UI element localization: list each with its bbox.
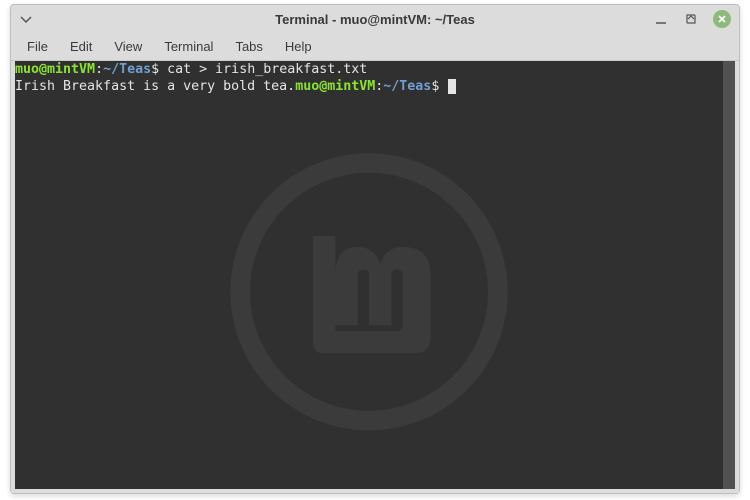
menu-edit[interactable]: Edit [60, 36, 102, 57]
window-title: Terminal - muo@mintVM: ~/Teas [11, 12, 739, 27]
menu-terminal[interactable]: Terminal [154, 36, 223, 57]
terminal-wrap: muo@mintVM:~/Teas$ cat > irish_breakfast… [11, 61, 739, 493]
prompt-dollar: $ [151, 62, 167, 77]
prompt-path: ~/Teas [383, 79, 431, 94]
terminal-content[interactable]: muo@mintVM:~/Teas$ cat > irish_breakfast… [15, 61, 723, 95]
close-button[interactable] [713, 10, 731, 28]
scrollbar[interactable] [723, 61, 735, 489]
mint-watermark-icon [229, 152, 509, 432]
window-controls [653, 10, 731, 28]
menu-file[interactable]: File [17, 36, 58, 57]
prompt-colon: : [95, 62, 103, 77]
menu-help[interactable]: Help [275, 36, 322, 57]
output-text: Irish Breakfast is a very bold tea. [15, 79, 295, 94]
terminal-viewport[interactable]: muo@mintVM:~/Teas$ cat > irish_breakfast… [15, 61, 723, 489]
terminal-window: Terminal - muo@mintVM: ~/Teas File Edit … [10, 4, 740, 494]
prompt-dollar: $ [431, 79, 447, 94]
menu-view[interactable]: View [104, 36, 152, 57]
minimize-button[interactable] [653, 11, 669, 27]
menu-tabs[interactable]: Tabs [225, 36, 272, 57]
menubar: File Edit View Terminal Tabs Help [11, 33, 739, 61]
prompt-user: muo@mintVM [15, 62, 95, 77]
titlebar[interactable]: Terminal - muo@mintVM: ~/Teas [11, 5, 739, 33]
prompt-user: muo@mintVM [295, 79, 375, 94]
cursor-block [448, 79, 456, 94]
prompt-path: ~/Teas [103, 62, 151, 77]
command-text: cat > irish_breakfast.txt [167, 62, 367, 77]
maximize-button[interactable] [683, 11, 699, 27]
app-menu-icon[interactable] [19, 12, 33, 26]
